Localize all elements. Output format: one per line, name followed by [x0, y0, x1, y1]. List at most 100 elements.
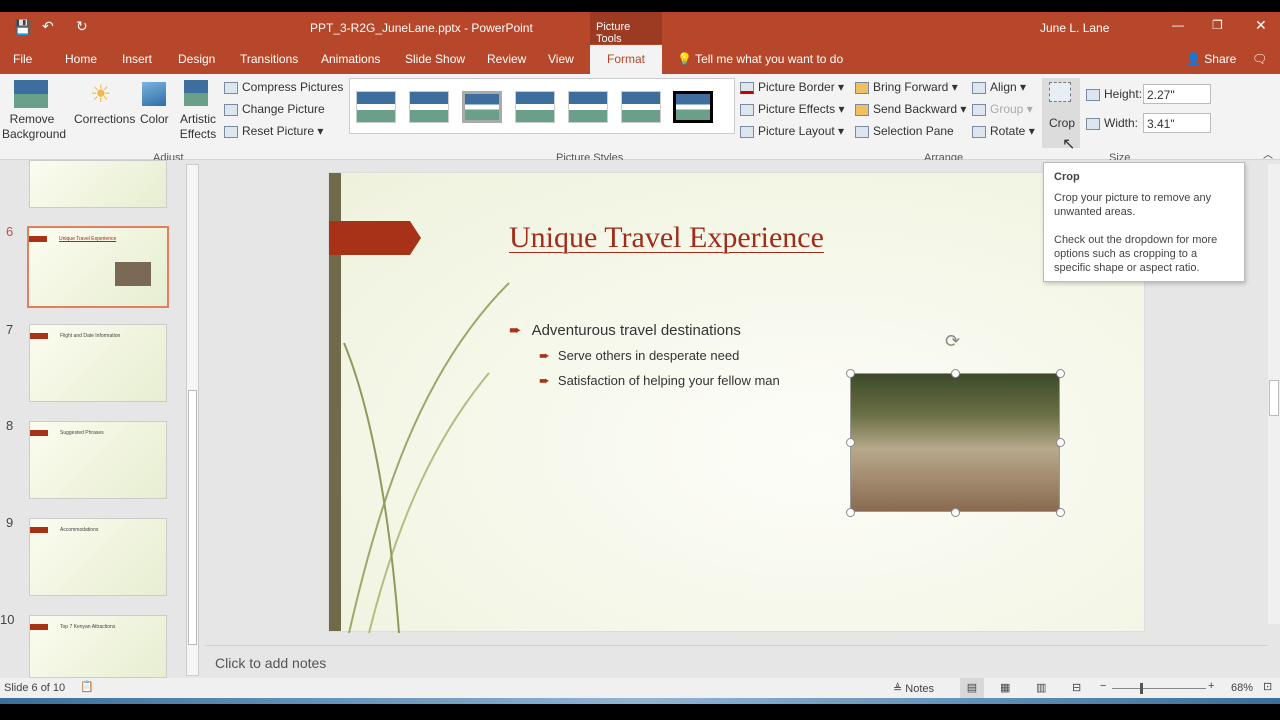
tab-insert[interactable]: Insert — [122, 52, 152, 66]
align-button[interactable]: Align ▾ — [972, 80, 1026, 94]
slide-thumbnail[interactable]: Flight and Date Information — [29, 324, 167, 402]
height-text: Height: — [1104, 87, 1143, 101]
compress-pictures-button[interactable]: Compress Pictures — [224, 80, 343, 94]
change-picture-button[interactable]: Change Picture — [224, 102, 325, 116]
bullet-1[interactable]: ➨ Adventurous travel destinations — [509, 321, 741, 339]
zoom-slider-thumb[interactable] — [1140, 683, 1143, 694]
picture-effects-label: Picture Effects — [758, 102, 836, 116]
tell-me-search[interactable]: 💡 Tell me what you want to do — [677, 52, 843, 66]
resize-handle[interactable] — [951, 369, 960, 378]
resize-handle[interactable] — [846, 369, 855, 378]
slide-sorter-icon[interactable]: ▦ — [1000, 681, 1010, 694]
tab-transitions[interactable]: Transitions — [240, 52, 298, 66]
close-button[interactable]: ✕ — [1255, 17, 1267, 34]
selected-picture[interactable] — [850, 373, 1060, 512]
style-thumb[interactable] — [515, 91, 555, 123]
remove-background-icon[interactable] — [14, 80, 48, 108]
style-thumb[interactable] — [673, 91, 713, 123]
zoom-slider[interactable] — [1112, 683, 1206, 694]
resize-handle[interactable] — [1056, 438, 1065, 447]
resize-handle[interactable] — [846, 508, 855, 517]
style-thumb[interactable] — [568, 91, 608, 123]
slide-thumbnail-active[interactable]: Unique Travel Experience — [27, 226, 169, 308]
slide-thumbnail[interactable]: Suggested Phrases — [29, 421, 167, 499]
resize-handle[interactable] — [1056, 369, 1065, 378]
collapse-ribbon-icon[interactable]: ︿ — [1263, 146, 1273, 161]
corrections-icon: ☀ — [90, 81, 112, 108]
thumbnails-scrollbar[interactable] — [186, 164, 199, 676]
slide-thumbnails-pane: 6 Unique Travel Experience 7 Flight and … — [0, 160, 205, 678]
width-icon — [1086, 117, 1100, 130]
width-input[interactable]: 3.41" — [1143, 113, 1211, 133]
send-backward-button[interactable]: Send Backward ▾ — [855, 102, 966, 116]
slide-scrollbar-thumb[interactable] — [1269, 380, 1279, 416]
picture-border-button[interactable]: Picture Border ▾ — [740, 80, 844, 94]
tooltip-line-1: Crop your picture to remove any unwanted… — [1054, 192, 1212, 218]
fit-to-window-icon[interactable]: ⊡ — [1263, 680, 1272, 693]
user-name[interactable]: June L. Lane — [1040, 21, 1109, 35]
style-thumb[interactable] — [356, 91, 396, 123]
remove-background-button[interactable]: Remove Background — [2, 112, 66, 142]
height-input[interactable]: 2.27" — [1143, 84, 1211, 104]
notes-label: Notes — [905, 683, 935, 695]
zoom-in-button[interactable]: + — [1208, 680, 1214, 692]
style-thumb[interactable] — [621, 91, 661, 123]
tell-me-text: Tell me what you want to do — [695, 52, 844, 66]
zoom-out-button[interactable]: − — [1100, 680, 1106, 692]
slideshow-icon[interactable]: ⊟ — [1072, 681, 1081, 694]
comments-icon[interactable]: 🗨 — [1252, 52, 1267, 66]
bring-forward-button[interactable]: Bring Forward ▾ — [855, 80, 958, 94]
resize-handle[interactable] — [846, 438, 855, 447]
tab-file[interactable]: File — [13, 52, 32, 66]
tab-home[interactable]: Home — [65, 52, 97, 66]
redo-icon[interactable]: ↻ — [76, 18, 88, 35]
tab-review[interactable]: Review — [487, 52, 526, 66]
slide-scrollbar[interactable] — [1268, 164, 1280, 624]
slide-thumbnail[interactable] — [29, 160, 167, 208]
sub-bullet-2[interactable]: ➨ Satisfaction of helping your fellow man — [539, 373, 789, 389]
color-button[interactable]: Color — [140, 112, 169, 126]
selection-pane-button[interactable]: Selection Pane — [855, 124, 954, 138]
normal-view-icon[interactable]: ▤ — [960, 678, 984, 698]
thumb-title: Accommodations — [60, 527, 99, 533]
notes-pane[interactable]: Click to add notes — [205, 645, 1268, 678]
share-button[interactable]: 👤 Share — [1186, 52, 1236, 66]
tab-format[interactable]: Format — [590, 45, 662, 75]
rotate-button[interactable]: Rotate ▾ — [972, 124, 1035, 138]
notes-toggle[interactable]: ≜ Notes — [893, 682, 934, 695]
sub-bullet-1[interactable]: ➨ Serve others in desperate need — [539, 348, 739, 364]
corrections-button[interactable]: Corrections — [74, 112, 135, 126]
restore-button[interactable]: ❐ — [1212, 18, 1223, 32]
tab-slide-show[interactable]: Slide Show — [405, 52, 465, 66]
slide-thumbnail[interactable]: Accommodations — [29, 518, 167, 596]
resize-handle[interactable] — [1056, 508, 1065, 517]
reset-icon — [224, 125, 238, 138]
slide-thumbnail[interactable]: Top 7 Kenyan Attractions — [29, 615, 167, 678]
minimize-button[interactable]: — — [1172, 18, 1184, 32]
slide-number: 10 — [0, 612, 15, 627]
notes-placeholder[interactable]: Click to add notes — [215, 655, 326, 671]
window-title: PPT_3-R2G_JuneLane.pptx - PowerPoint — [310, 21, 533, 35]
tab-view[interactable]: View — [548, 52, 574, 66]
tab-animations[interactable]: Animations — [321, 52, 380, 66]
slide-counter: Slide 6 of 10 — [4, 682, 66, 694]
style-thumb[interactable] — [409, 91, 449, 123]
picture-effects-button[interactable]: Picture Effects ▾ — [740, 102, 845, 116]
scrollbar-thumb[interactable] — [188, 390, 197, 645]
slide-title[interactable]: Unique Travel Experience — [509, 221, 824, 255]
spelling-icon[interactable]: 📋 — [80, 680, 94, 693]
picture-layout-button[interactable]: Picture Layout ▾ — [740, 124, 844, 138]
resize-handle[interactable] — [951, 508, 960, 517]
style-thumb[interactable] — [462, 91, 502, 123]
reset-label: Reset Picture — [242, 124, 315, 138]
crop-icon — [1049, 82, 1071, 102]
reading-view-icon[interactable]: ▥ — [1036, 681, 1046, 694]
zoom-level[interactable]: 68% — [1231, 682, 1253, 694]
tab-design[interactable]: Design — [178, 52, 215, 66]
reset-picture-button[interactable]: Reset Picture ▾ — [224, 124, 323, 138]
undo-icon[interactable]: ↶ — [42, 18, 54, 35]
slide-number: 9 — [6, 515, 14, 530]
save-icon[interactable]: 💾 — [14, 19, 31, 36]
rotate-handle-icon[interactable]: ⟳ — [945, 331, 960, 352]
artistic-effects-button[interactable]: Artistic Effects — [176, 112, 220, 142]
